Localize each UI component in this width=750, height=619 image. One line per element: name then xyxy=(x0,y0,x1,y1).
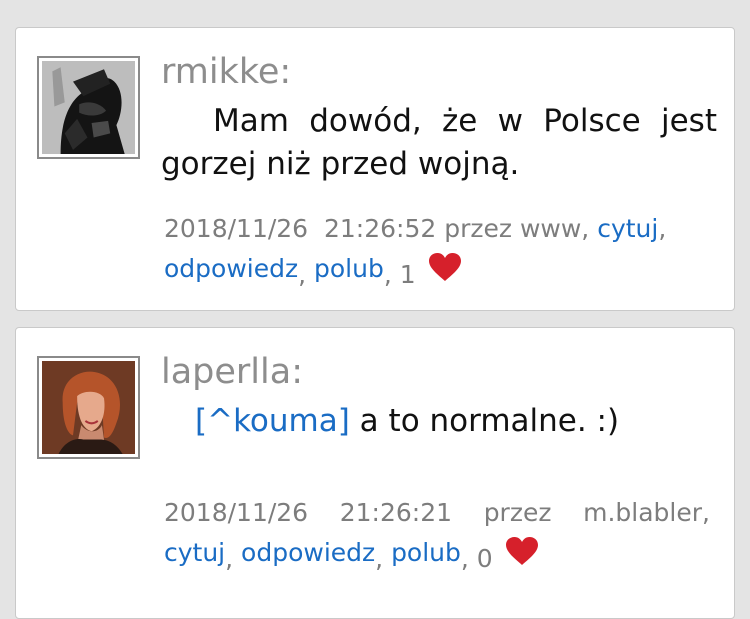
comment-source-label: przez xyxy=(483,498,552,527)
comment-body: Mam dowód, że w Polsce jest gorzej niż p… xyxy=(161,103,717,182)
comment-date: 2018/11/26 xyxy=(164,498,309,527)
username[interactable]: rmikke: xyxy=(161,52,291,92)
like-link[interactable]: polub xyxy=(314,254,384,283)
comment-time: 21:26:21 xyxy=(339,498,453,527)
reply-link[interactable]: odpowiedz xyxy=(164,254,298,283)
username[interactable]: laperlla: xyxy=(161,352,303,392)
comment-source: przez www, xyxy=(444,214,590,243)
heart-icon[interactable] xyxy=(428,252,462,294)
mention-link[interactable]: [^kouma] xyxy=(195,403,350,439)
comment-date: 2018/11/26 xyxy=(164,214,309,243)
avatar[interactable] xyxy=(37,56,140,159)
like-count: 1 xyxy=(399,260,416,289)
quote-link[interactable]: cytuj xyxy=(597,214,658,243)
comment-meta: 2018/11/26 21:26:21 przez m.blabler, cyt… xyxy=(164,493,716,578)
avatar[interactable] xyxy=(37,356,140,459)
comment-card: rmikke: Mam dowód, że w Polsce jest gorz… xyxy=(15,27,735,311)
avatar-image xyxy=(42,361,135,454)
like-link[interactable]: polub xyxy=(391,538,461,567)
reply-link[interactable]: odpowiedz xyxy=(241,538,375,567)
avatar-image xyxy=(42,61,135,154)
quote-link[interactable]: cytuj xyxy=(164,538,225,567)
heart-icon[interactable] xyxy=(505,536,539,578)
comment-body: a to normalne. :) xyxy=(349,403,620,439)
comment-text: [^kouma] a to normalne. :) xyxy=(161,400,717,443)
comment-time: 21:26:52 xyxy=(324,214,437,243)
comment-meta: 2018/11/26 21:26:52 przez www, cytuj, od… xyxy=(164,209,724,294)
comment-text: Mam dowód, że w Polsce jest gorzej niż p… xyxy=(161,100,717,186)
like-count: 0 xyxy=(476,544,493,573)
comment-source: m.blabler, xyxy=(583,498,710,527)
comment-card: laperlla: [^kouma] a to normalne. :) 201… xyxy=(15,327,735,619)
